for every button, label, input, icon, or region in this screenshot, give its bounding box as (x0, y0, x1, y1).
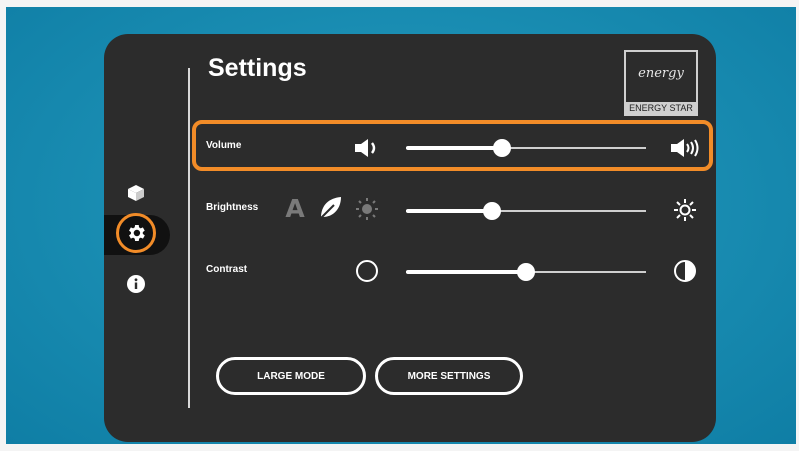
cube-icon[interactable] (126, 183, 146, 203)
info-icon[interactable] (126, 274, 146, 294)
volume-slider-fill (406, 146, 502, 150)
gear-highlight-ring (116, 213, 156, 253)
page-title: Settings (208, 54, 307, 82)
brightness-slider-thumb[interactable] (483, 202, 502, 220)
contrast-low-icon[interactable] (354, 258, 380, 284)
energy-star-script: energy (638, 66, 684, 81)
brightness-high-icon[interactable] (672, 197, 698, 223)
brightness-slider[interactable] (406, 202, 646, 220)
energy-star-logo: energy ENERGY STAR (624, 50, 698, 116)
volume-high-icon[interactable] (668, 137, 702, 159)
brightness-label: Brightness (206, 202, 259, 213)
energy-star-caption: ENERGY STAR (626, 102, 696, 114)
settings-panel: Settings energy ENERGY STAR Volume Brigh… (104, 34, 716, 442)
volume-slider-thumb[interactable] (493, 139, 511, 157)
contrast-high-icon[interactable] (672, 258, 698, 284)
brightness-low-icon[interactable] (354, 196, 380, 222)
text-size-a-icon[interactable]: A (282, 193, 308, 223)
contrast-label: Contrast (206, 264, 248, 275)
leaf-icon[interactable] (316, 194, 344, 222)
volume-slider[interactable] (406, 139, 646, 157)
sidebar-divider (188, 68, 190, 408)
contrast-slider-fill (406, 270, 526, 274)
volume-label: Volume (206, 140, 242, 151)
contrast-slider-thumb[interactable] (517, 263, 535, 281)
more-settings-button[interactable]: MORE SETTINGS (375, 357, 523, 395)
large-mode-button[interactable]: LARGE MODE (216, 357, 366, 395)
brightness-slider-fill (406, 209, 493, 213)
volume-low-icon[interactable] (352, 137, 382, 159)
contrast-slider[interactable] (406, 263, 646, 281)
